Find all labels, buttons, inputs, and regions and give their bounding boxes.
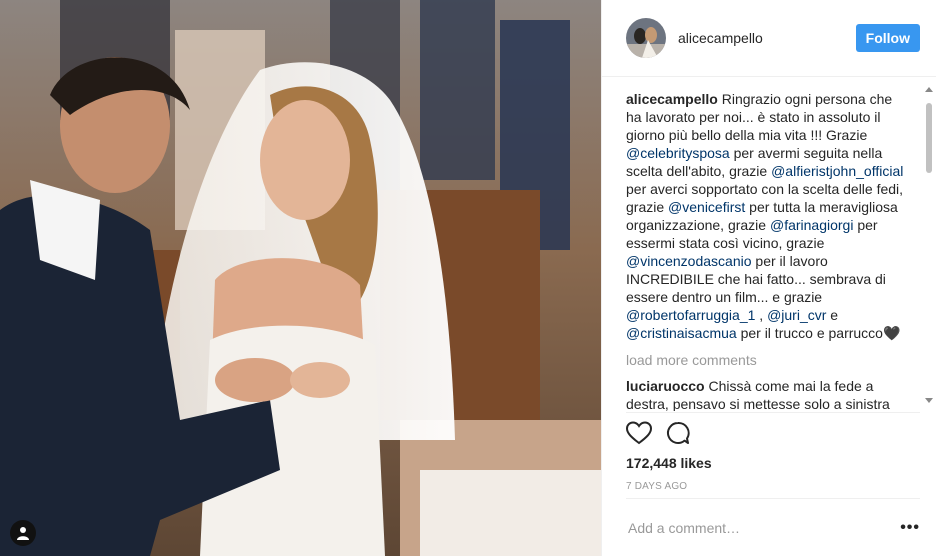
username-link[interactable]: alicecampello <box>678 30 856 46</box>
caption: alicecampello Ringrazio ogni persona che… <box>626 90 920 342</box>
caption-text-segment: , <box>755 307 768 323</box>
heart-icon[interactable] <box>626 421 652 445</box>
post-header: alicecampello Follow <box>602 0 936 77</box>
add-comment-bar: ••• <box>626 498 920 557</box>
comments-scrollbar[interactable] <box>925 87 933 403</box>
post-actions <box>626 412 920 453</box>
avatar[interactable] <box>626 18 666 58</box>
mention-link[interactable]: @celebritysposa <box>626 145 730 161</box>
mention-link[interactable]: @farinagiorgi <box>770 217 853 233</box>
post: alicecampello Follow alicecampello Ringr… <box>0 0 936 556</box>
user-tag-icon[interactable] <box>10 520 36 546</box>
caption-text-segment: 🖤 <box>882 325 901 341</box>
post-timestamp[interactable]: 7 DAYS AGO <box>626 481 687 492</box>
scroll-thumb[interactable] <box>926 103 932 173</box>
post-sidebar: alicecampello Follow alicecampello Ringr… <box>601 0 936 556</box>
mention-link[interactable]: @juri_cvr <box>767 307 826 323</box>
post-photo[interactable] <box>0 0 601 556</box>
caption-text-segment: per il trucco e parrucco <box>736 325 883 341</box>
comment-input[interactable] <box>626 519 901 537</box>
caption-text-segment: e <box>826 307 839 323</box>
comment-bubble-icon[interactable] <box>666 421 690 445</box>
comments-list[interactable]: alicecampello Ringrazio ogni persona che… <box>626 77 920 411</box>
more-options-icon[interactable]: ••• <box>900 519 920 537</box>
mention-link[interactable]: @venicefirst <box>668 199 745 215</box>
wedding-photo-illustration <box>0 0 601 556</box>
scroll-up-arrow-icon[interactable] <box>925 87 933 92</box>
comment-item: luciaruocco Chissà come mai la fede a de… <box>626 377 920 411</box>
mention-link[interactable]: @alfieristjohn_official <box>771 163 903 179</box>
comment-author[interactable]: luciaruocco <box>626 378 705 394</box>
mention-link[interactable]: @vincenzodascanio <box>626 253 752 269</box>
scroll-down-arrow-icon[interactable] <box>925 398 933 403</box>
mention-link[interactable]: @cristinaisacmua <box>626 325 737 341</box>
load-more-comments-link[interactable]: load more comments <box>626 351 920 369</box>
caption-text: Ringrazio ogni persona che ha lavorato p… <box>626 91 903 341</box>
caption-author[interactable]: alicecampello <box>626 91 718 107</box>
likes-count[interactable]: 172,448 likes <box>626 455 712 471</box>
mention-link[interactable]: @robertofarruggia_1 <box>626 307 755 323</box>
follow-button[interactable]: Follow <box>855 24 920 52</box>
